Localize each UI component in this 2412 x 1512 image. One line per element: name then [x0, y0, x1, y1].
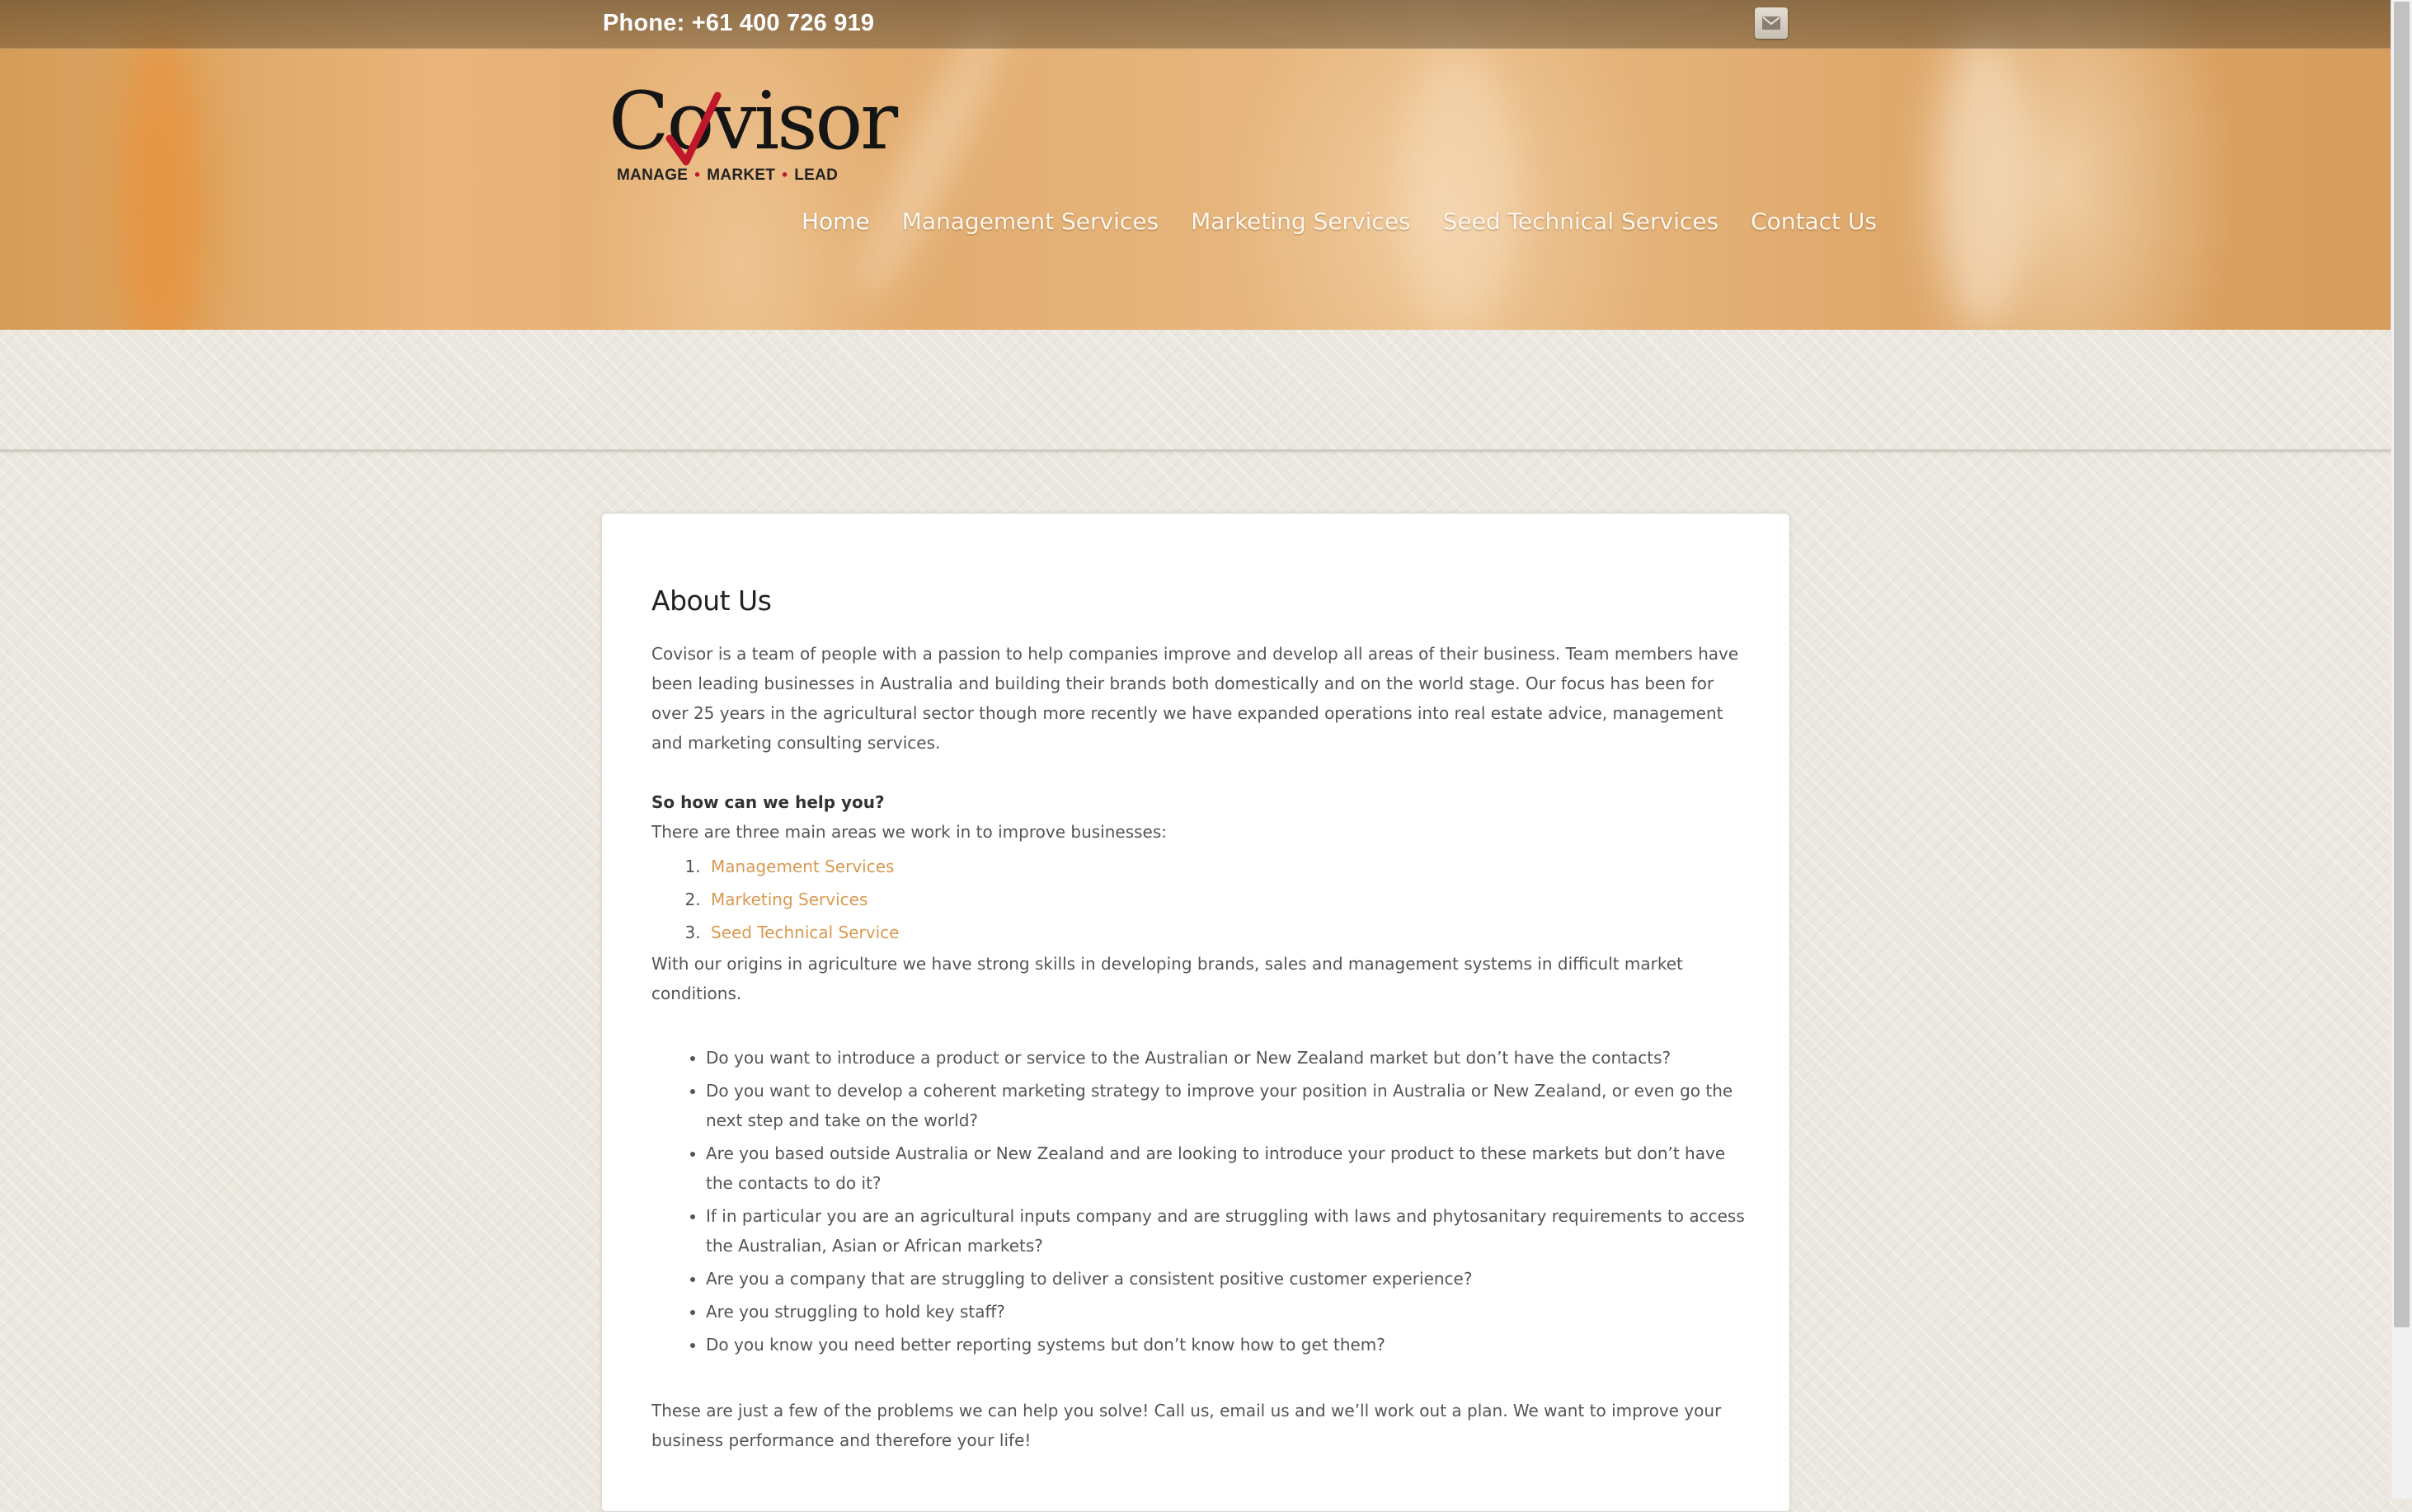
logo-wordmark: Covisor — [609, 75, 898, 167]
subheader-band — [0, 330, 2391, 452]
list-item: Marketing Services — [706, 883, 1748, 916]
bullet-dot: • — [782, 167, 788, 184]
list-item: Management Services — [706, 850, 1748, 883]
mail-icon[interactable] — [1755, 7, 1788, 39]
list-item: Do you know you need better reporting sy… — [706, 1330, 1748, 1359]
nav-home[interactable]: Home — [802, 208, 870, 235]
nav-management-services[interactable]: Management Services — [902, 208, 1159, 235]
service-areas-list: Management Services Marketing Services S… — [651, 850, 1748, 949]
list-item: If in particular you are an agricultural… — [706, 1201, 1748, 1261]
link-management-services[interactable]: Management Services — [711, 857, 894, 876]
page-title: About Us — [651, 585, 772, 617]
main-nav: Home Management Services Marketing Servi… — [802, 208, 1877, 235]
bullet-dot: • — [694, 167, 701, 184]
areas-intro: There are three main areas we work in to… — [651, 822, 1167, 842]
article-content: About Us Covisor is a team of people wit… — [651, 583, 1748, 1455]
content-card: About Us Covisor is a team of people wit… — [601, 513, 1790, 1512]
list-item: Are you a company that are struggling to… — [706, 1264, 1748, 1294]
tagline-market: MARKET — [707, 167, 776, 184]
list-item: Do you want to develop a coherent market… — [706, 1076, 1748, 1135]
list-item: Seed Technical Service — [706, 916, 1748, 949]
envelope-icon — [1762, 16, 1780, 30]
scrollbar-thumb[interactable] — [2394, 2, 2410, 1327]
link-seed-technical-service[interactable]: Seed Technical Service — [711, 923, 899, 942]
link-marketing-services[interactable]: Marketing Services — [711, 890, 867, 909]
list-item: Are you based outside Australia or New Z… — [706, 1139, 1748, 1198]
tagline-lead: LEAD — [794, 167, 839, 184]
intro-paragraph: Covisor is a team of people with a passi… — [651, 644, 1739, 753]
questions-list: Do you want to introduce a product or se… — [651, 1043, 1748, 1359]
top-bar: Phone: +61 400 726 919 — [0, 0, 2391, 49]
header-banner — [0, 0, 2391, 330]
phone-number[interactable]: Phone: +61 400 726 919 — [603, 10, 874, 37]
logo-tagline: MANAGE • MARKET • LEAD — [617, 167, 838, 185]
tagline-manage: MANAGE — [617, 167, 689, 184]
nav-marketing-services[interactable]: Marketing Services — [1191, 208, 1411, 235]
nav-contact-us[interactable]: Contact Us — [1751, 208, 1877, 235]
wheat-decoration — [124, 33, 198, 330]
origins-paragraph: With our origins in agriculture we have … — [651, 954, 1683, 1003]
list-item: Do you want to introduce a product or se… — [706, 1043, 1748, 1073]
list-item: Are you struggling to hold key staff? — [706, 1297, 1748, 1327]
closing-paragraph: These are just a few of the problems we … — [651, 1401, 1722, 1450]
nav-seed-technical-services[interactable]: Seed Technical Services — [1443, 208, 1718, 235]
scrollbar[interactable] — [2391, 0, 2412, 1499]
covisor-logo[interactable]: Covisor MANAGE • MARKET • LEAD — [609, 76, 898, 191]
wheat-decoration — [1402, 49, 1517, 330]
wheat-decoration — [1938, 33, 2029, 330]
checkmark-icon — [665, 92, 722, 166]
help-question: So how can we help you? — [651, 792, 885, 812]
